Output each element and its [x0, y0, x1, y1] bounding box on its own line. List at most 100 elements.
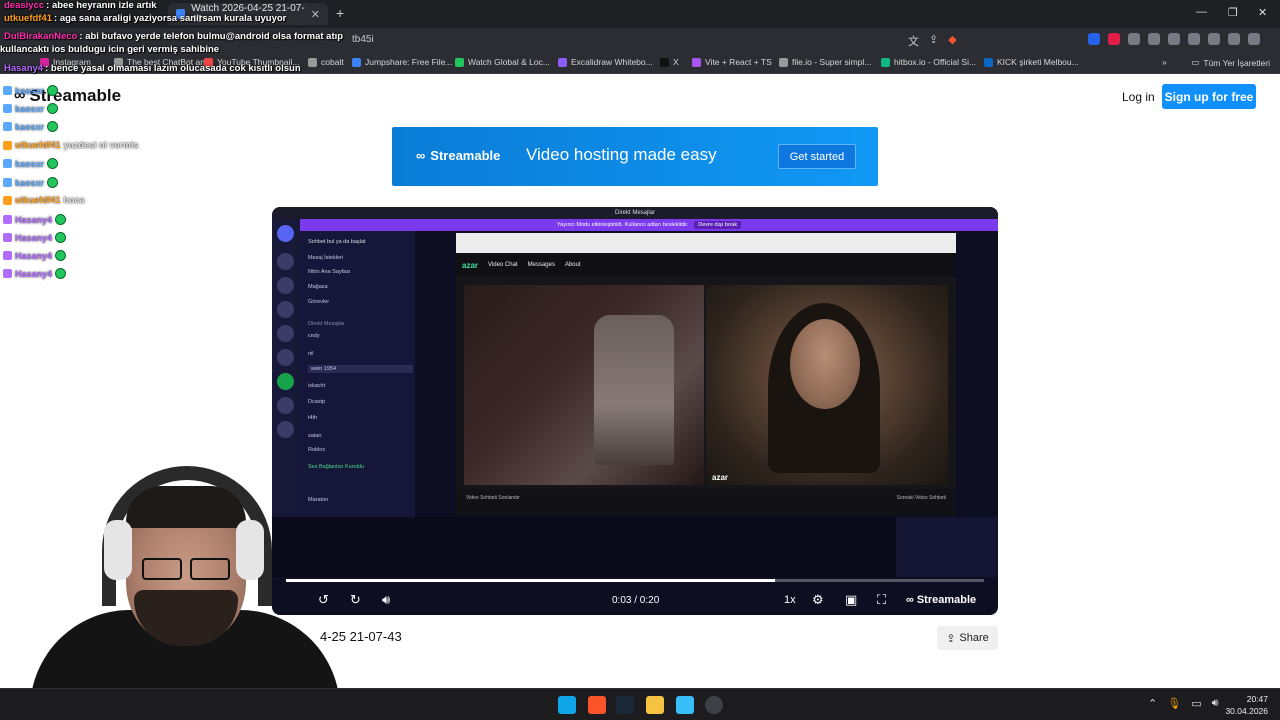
extension-icon[interactable]	[1088, 33, 1100, 45]
chat-message: deasiycc: abee heyranın izle artık	[4, 0, 157, 11]
maximize-button[interactable]: ❐	[1228, 6, 1238, 19]
glasses	[142, 558, 232, 580]
fileio-icon	[779, 57, 788, 67]
address-actions: 文 ⇪ ◆	[908, 33, 957, 49]
chat-side-message: kaosxr	[3, 177, 59, 188]
embedded-dm-item: cedy	[308, 333, 320, 339]
mic-icon[interactable]: 🎙︎	[1167, 697, 1181, 710]
player-overlay	[272, 517, 998, 577]
extension-icon[interactable]	[1148, 33, 1160, 45]
next-chat-label: Sonraki Video Sohbeti	[896, 495, 946, 501]
chat-username: Hasany4	[15, 250, 53, 261]
player-controls: ↺ ↻ 🔊︎ 0:03 / 0:20 1x ⚙ ▣ ⛶ ∞ Streamable	[272, 587, 998, 615]
brave-shield-icon[interactable]: ◆	[948, 33, 956, 49]
extension-icon[interactable]	[1168, 33, 1180, 45]
app-icon[interactable]	[676, 696, 694, 714]
chat-text: : abi bufavo yerde telefon bulmu@android…	[79, 31, 344, 42]
network-icon[interactable]: ▭	[1191, 697, 1201, 710]
banner-logo: ∞ Streamable	[416, 148, 501, 163]
fullscreen-icon[interactable]: ⛶	[877, 592, 886, 608]
chat-side-message: Hasany4	[3, 232, 67, 243]
user-badge-icon	[3, 251, 12, 260]
emote-icon	[55, 250, 67, 261]
close-window-button[interactable]: ✕	[1258, 6, 1267, 19]
chat-username: kaosxr	[15, 103, 45, 114]
bookmark-item[interactable]: Vite + React + TS	[692, 57, 772, 67]
extension-icon[interactable]	[1128, 33, 1140, 45]
user-badge-icon	[3, 215, 12, 224]
azar-navbar: azar Video Chat Messages About	[456, 253, 956, 277]
bookmark-item[interactable]: KICK şirketi Melbou...	[984, 57, 1079, 67]
bookmark-item[interactable]: Watch Global & Loc...	[455, 57, 550, 67]
music-icon[interactable]	[1208, 33, 1220, 45]
volume-icon[interactable]: 🔊︎	[1212, 697, 1219, 710]
clock[interactable]: 20:47 30.04.2026	[1225, 693, 1268, 717]
azar-tab: About	[564, 262, 581, 268]
embedded-dm-item: iskacht	[308, 383, 326, 389]
time-display: 0:03 / 0:20	[612, 595, 660, 606]
chat-username: Hasany4	[15, 268, 53, 279]
brave-icon[interactable]	[588, 696, 606, 714]
chat-side-message: Hasany4	[3, 214, 67, 225]
bookmarks-overflow-icon[interactable]: »	[1162, 57, 1167, 67]
embedded-promo-button: Devre dışı bırak	[694, 221, 742, 229]
chat-side-message: utkuefdf41 yuzdesi ni vermis	[3, 140, 139, 150]
partner-face	[790, 319, 860, 409]
hitbox-icon	[881, 57, 890, 67]
all-bookmarks[interactable]: ▭ Tüm Yer İşaretleri	[1191, 57, 1270, 68]
playback-speed[interactable]: 1x	[784, 594, 796, 606]
bookmark-item[interactable]: Excalidraw Whitebo...	[558, 57, 653, 67]
get-started-button[interactable]: Get started	[778, 144, 856, 169]
watch-icon	[455, 57, 464, 67]
chat-username: utkuefdf41	[15, 195, 61, 205]
streamer-webcam	[0, 440, 340, 690]
chat-text: yuzdesi ni vermis	[63, 140, 139, 150]
emote-icon	[47, 103, 59, 114]
extension-icon[interactable]	[1108, 33, 1120, 45]
steam-icon[interactable]	[616, 696, 634, 714]
promo-banner[interactable]: ∞ Streamable Video hosting made easy Get…	[392, 127, 878, 186]
chat-username: kaosxr	[15, 85, 45, 96]
share-button[interactable]: ⇪ Share	[937, 626, 998, 650]
emote-icon	[55, 268, 67, 279]
emote-icon	[55, 214, 67, 225]
forward-icon[interactable]: ↻	[350, 592, 361, 608]
bookmark-item[interactable]: file.io - Super simpl...	[779, 57, 871, 67]
progress-bar[interactable]	[286, 579, 984, 582]
chat-text: : bence yasal olmaması lazım olucasada c…	[45, 63, 301, 74]
share-icon[interactable]: ⇪	[929, 33, 938, 49]
stream-chat-overlay: deasiycc: abee heyranın izle artık utkuef…	[0, 0, 400, 300]
folder-icon[interactable]	[646, 696, 664, 714]
obs-icon[interactable]	[705, 696, 723, 714]
embedded-dm-item: Dcastp	[308, 399, 326, 405]
system-tray: ⌃ 🎙︎ ▭ 🔊︎	[1148, 697, 1219, 710]
streamable-logo-icon: ∞	[416, 148, 426, 163]
player-brand[interactable]: ∞ Streamable	[906, 594, 976, 606]
chevron-up-icon[interactable]: ⌃	[1148, 697, 1157, 710]
extension-icon[interactable]	[1188, 33, 1200, 45]
volume-icon[interactable]: 🔊︎	[382, 592, 390, 608]
signup-button[interactable]: Sign up for free	[1162, 84, 1256, 109]
login-link[interactable]: Log in	[1122, 90, 1155, 104]
headphone-cup	[236, 520, 264, 580]
emote-icon	[55, 232, 67, 243]
gaming-chair	[594, 315, 674, 465]
chat-username: utkuefdf41	[15, 140, 61, 150]
chat-username: DulBirakanNeco	[4, 31, 78, 42]
translate-icon[interactable]: 文	[908, 33, 919, 49]
chat-side-message: kaosxr	[3, 121, 59, 132]
minimize-button[interactable]: —	[1196, 6, 1207, 18]
windows-taskbar: ⌃ 🎙︎ ▭ 🔊︎ 20:47 30.04.2026	[0, 688, 1280, 720]
chat-side-message: kaosxr	[3, 103, 59, 114]
bookmark-item[interactable]: X	[660, 57, 679, 67]
bookmark-item[interactable]: hitbox.io - Official Si...	[881, 57, 976, 67]
clock-date: 30.04.2026	[1225, 706, 1268, 716]
vpn-icon[interactable]	[1228, 33, 1240, 45]
start-icon[interactable]	[558, 696, 576, 714]
chat-text: hoca	[63, 195, 85, 205]
emote-icon	[47, 85, 59, 96]
server-icon	[277, 349, 294, 366]
pip-icon[interactable]: ▣	[845, 592, 857, 608]
settings-icon[interactable]: ⚙	[812, 592, 824, 608]
menu-icon[interactable]	[1248, 33, 1260, 45]
